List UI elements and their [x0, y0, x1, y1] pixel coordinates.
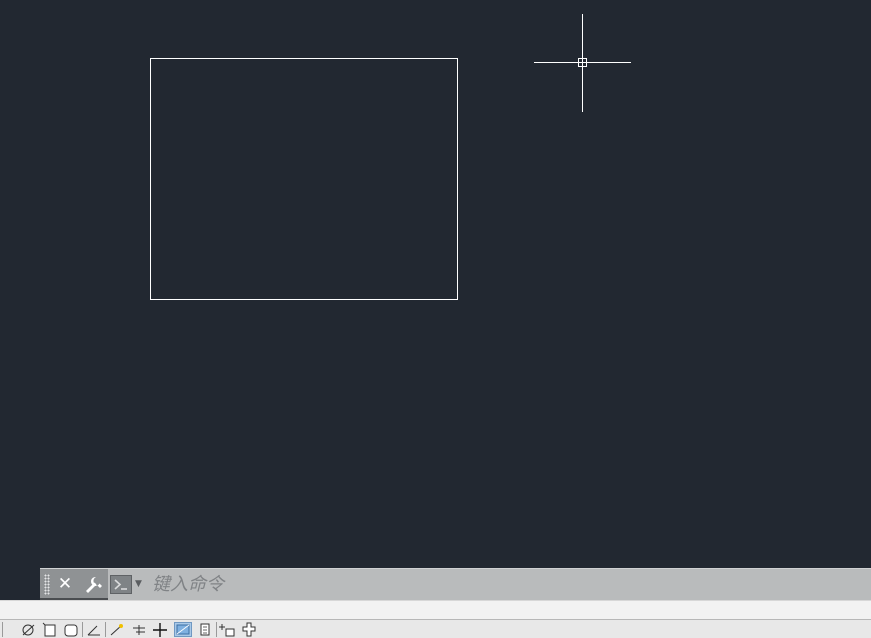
status-separator [216, 622, 217, 637]
status-separator [105, 622, 106, 637]
crosshair-toggle-icon[interactable] [151, 622, 169, 637]
command-line: ✕ ▼ [40, 568, 871, 600]
wrench-icon[interactable] [82, 574, 104, 594]
selection-cycling-icon[interactable] [219, 622, 237, 637]
close-icon[interactable]: ✕ [56, 574, 74, 594]
status-separator [82, 622, 83, 637]
rectangle-entity[interactable] [150, 58, 458, 300]
dynamic-input-icon[interactable] [108, 622, 126, 637]
command-line-toolbar: ✕ [40, 569, 108, 600]
lineweight-icon[interactable] [130, 622, 148, 637]
polar-tracking-icon[interactable] [19, 622, 37, 637]
command-prompt-icon[interactable] [110, 575, 132, 594]
isodraft-icon[interactable] [41, 622, 59, 637]
chevron-down-icon[interactable]: ▼ [135, 578, 145, 590]
grip-handle-icon[interactable] [44, 574, 50, 595]
pickbox [578, 58, 587, 67]
layout-tabs-strip [0, 600, 871, 621]
annotation-monitor-icon[interactable] [240, 622, 258, 637]
status-bar [0, 619, 871, 638]
transparency-icon[interactable] [174, 622, 192, 637]
drawing-canvas[interactable] [0, 0, 871, 600]
object-snap-icon[interactable] [62, 622, 80, 637]
autocad-window: ✕ ▼ [0, 0, 871, 638]
crosshair-cursor [534, 14, 631, 112]
status-separator [2, 622, 3, 637]
command-input[interactable] [152, 572, 852, 596]
dynamic-ucs-icon[interactable] [85, 622, 103, 637]
quick-properties-icon[interactable] [196, 622, 214, 637]
